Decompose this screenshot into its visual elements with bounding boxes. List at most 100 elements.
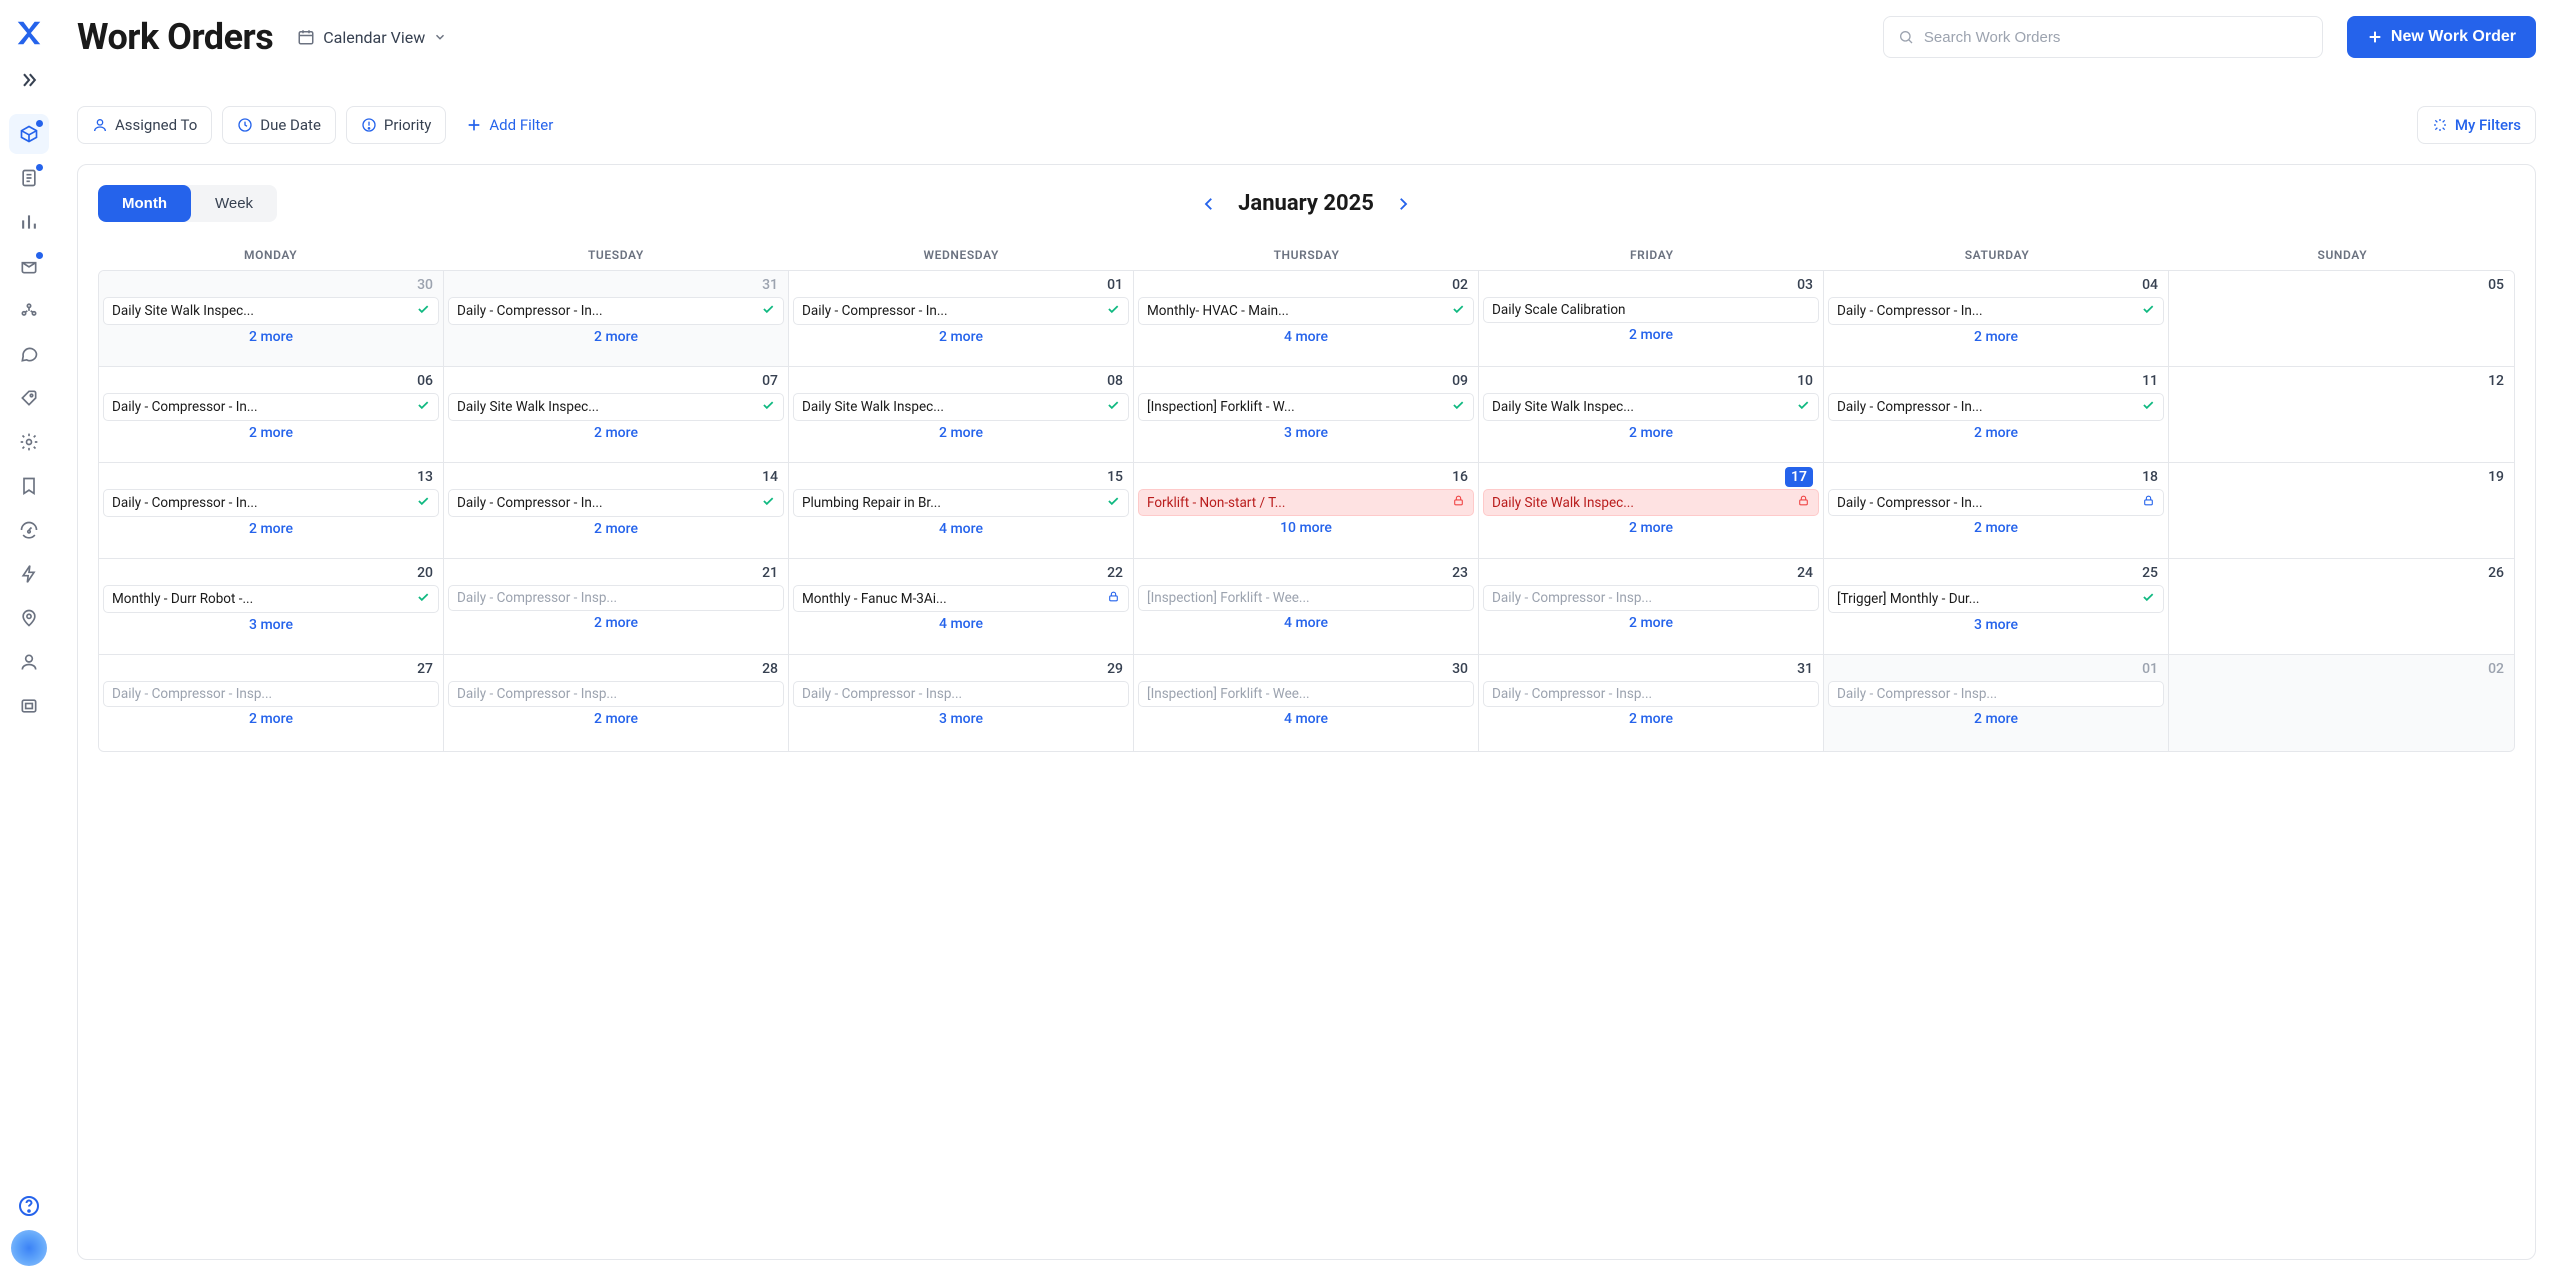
- day-cell[interactable]: 31Daily - Compressor - In...2 more: [444, 271, 789, 367]
- day-cell[interactable]: 02: [2169, 655, 2514, 751]
- day-cell[interactable]: 27Daily - Compressor - Insp...2 more: [99, 655, 444, 751]
- day-cell[interactable]: 02Monthly- HVAC - Main...4 more: [1134, 271, 1479, 367]
- day-cell[interactable]: 15Plumbing Repair in Br...4 more: [789, 463, 1134, 559]
- more-events-link[interactable]: 10 more: [1138, 518, 1474, 536]
- nav-dashboard[interactable]: [9, 510, 49, 550]
- nav-documents[interactable]: [9, 158, 49, 198]
- day-cell[interactable]: 25[Trigger] Monthly - Dur...3 more: [1824, 559, 2169, 655]
- calendar-event[interactable]: [Inspection] Forklift - Wee...: [1138, 585, 1474, 611]
- day-cell[interactable]: 07Daily Site Walk Inspec...2 more: [444, 367, 789, 463]
- calendar-event[interactable]: Daily - Compressor - Insp...: [1483, 585, 1819, 611]
- nav-work-orders[interactable]: [9, 114, 49, 154]
- calendar-event[interactable]: Daily - Compressor - Insp...: [1483, 681, 1819, 707]
- calendar-event[interactable]: Daily - Compressor - In...: [793, 297, 1129, 325]
- more-events-link[interactable]: 4 more: [1138, 613, 1474, 631]
- day-cell[interactable]: 14Daily - Compressor - In...2 more: [444, 463, 789, 559]
- more-events-link[interactable]: 3 more: [1138, 423, 1474, 441]
- filter-due-date[interactable]: Due Date: [222, 106, 336, 144]
- calendar-event[interactable]: Plumbing Repair in Br...: [793, 489, 1129, 517]
- day-cell[interactable]: 11Daily - Compressor - In...2 more: [1824, 367, 2169, 463]
- more-events-link[interactable]: 2 more: [103, 327, 439, 345]
- nav-settings[interactable]: [9, 422, 49, 462]
- day-cell[interactable]: 20Monthly - Durr Robot -...3 more: [99, 559, 444, 655]
- calendar-event[interactable]: Daily Site Walk Inspec...: [103, 297, 439, 325]
- calendar-event[interactable]: Daily - Compressor - In...: [448, 297, 784, 325]
- more-events-link[interactable]: 2 more: [1483, 325, 1819, 343]
- prev-month-button[interactable]: [1200, 195, 1218, 213]
- day-cell[interactable]: 30Daily Site Walk Inspec...2 more: [99, 271, 444, 367]
- nav-locations[interactable]: [9, 598, 49, 638]
- more-events-link[interactable]: 2 more: [1828, 518, 2164, 536]
- calendar-event[interactable]: Daily - Compressor - In...: [1828, 489, 2164, 516]
- day-cell[interactable]: 01Daily - Compressor - Insp...2 more: [1824, 655, 2169, 751]
- calendar-event[interactable]: Daily - Compressor - Insp...: [448, 585, 784, 611]
- calendar-event[interactable]: Daily Site Walk Inspec...: [1483, 393, 1819, 421]
- filter-priority[interactable]: Priority: [346, 106, 446, 144]
- more-events-link[interactable]: 3 more: [103, 615, 439, 633]
- more-events-link[interactable]: 3 more: [793, 709, 1129, 727]
- day-cell[interactable]: 13Daily - Compressor - In...2 more: [99, 463, 444, 559]
- calendar-event[interactable]: Daily Site Walk Inspec...: [448, 393, 784, 421]
- nav-automations[interactable]: [9, 554, 49, 594]
- day-cell[interactable]: 19: [2169, 463, 2514, 559]
- day-cell[interactable]: 17Daily Site Walk Inspec...2 more: [1479, 463, 1824, 559]
- calendar-event[interactable]: [Inspection] Forklift - W...: [1138, 393, 1474, 421]
- day-cell[interactable]: 05: [2169, 271, 2514, 367]
- day-cell[interactable]: 03Daily Scale Calibration2 more: [1479, 271, 1824, 367]
- calendar-event[interactable]: Monthly - Durr Robot -...: [103, 585, 439, 613]
- day-cell[interactable]: 08Daily Site Walk Inspec...2 more: [789, 367, 1134, 463]
- more-events-link[interactable]: 2 more: [1828, 327, 2164, 345]
- search-box[interactable]: [1883, 16, 2323, 58]
- expand-sidebar-button[interactable]: [13, 64, 45, 96]
- more-events-link[interactable]: 4 more: [1138, 327, 1474, 345]
- calendar-event[interactable]: Daily - Compressor - Insp...: [793, 681, 1129, 707]
- more-events-link[interactable]: 2 more: [448, 327, 784, 345]
- more-events-link[interactable]: 3 more: [1828, 615, 2164, 633]
- day-cell[interactable]: 18Daily - Compressor - In...2 more: [1824, 463, 2169, 559]
- more-events-link[interactable]: 4 more: [1138, 709, 1474, 727]
- calendar-event[interactable]: Daily Site Walk Inspec...: [793, 393, 1129, 421]
- day-cell[interactable]: 06Daily - Compressor - In...2 more: [99, 367, 444, 463]
- more-events-link[interactable]: 2 more: [448, 519, 784, 537]
- more-events-link[interactable]: 2 more: [103, 519, 439, 537]
- more-events-link[interactable]: 4 more: [793, 519, 1129, 537]
- day-cell[interactable]: 29Daily - Compressor - Insp...3 more: [789, 655, 1134, 751]
- day-cell[interactable]: 21Daily - Compressor - Insp...2 more: [444, 559, 789, 655]
- user-avatar[interactable]: [11, 1230, 47, 1266]
- add-filter-button[interactable]: Add Filter: [456, 116, 563, 134]
- calendar-event[interactable]: Forklift - Non-start / T...: [1138, 489, 1474, 516]
- nav-tags[interactable]: [9, 378, 49, 418]
- nav-people[interactable]: [9, 642, 49, 682]
- more-events-link[interactable]: 2 more: [448, 613, 784, 631]
- calendar-event[interactable]: Monthly- HVAC - Main...: [1138, 297, 1474, 325]
- day-cell[interactable]: 31Daily - Compressor - Insp...2 more: [1479, 655, 1824, 751]
- more-events-link[interactable]: 2 more: [793, 423, 1129, 441]
- calendar-event[interactable]: Daily Scale Calibration: [1483, 297, 1819, 323]
- more-events-link[interactable]: 2 more: [1828, 709, 2164, 727]
- day-cell[interactable]: 09[Inspection] Forklift - W...3 more: [1134, 367, 1479, 463]
- new-work-order-button[interactable]: New Work Order: [2347, 16, 2536, 58]
- more-events-link[interactable]: 2 more: [103, 423, 439, 441]
- day-cell[interactable]: 23[Inspection] Forklift - Wee...4 more: [1134, 559, 1479, 655]
- nav-messages[interactable]: [9, 334, 49, 374]
- month-toggle[interactable]: Month: [98, 185, 191, 222]
- help-button[interactable]: [13, 1190, 45, 1222]
- calendar-event[interactable]: Monthly - Fanuc M-3Ai...: [793, 585, 1129, 612]
- calendar-event[interactable]: Daily - Compressor - In...: [1828, 297, 2164, 325]
- calendar-event[interactable]: Daily - Compressor - Insp...: [103, 681, 439, 707]
- more-events-link[interactable]: 2 more: [1483, 518, 1819, 536]
- calendar-event[interactable]: [Trigger] Monthly - Dur...: [1828, 585, 2164, 613]
- calendar-event[interactable]: [Inspection] Forklift - Wee...: [1138, 681, 1474, 707]
- day-cell[interactable]: 28Daily - Compressor - Insp...2 more: [444, 655, 789, 751]
- calendar-event[interactable]: Daily Site Walk Inspec...: [1483, 489, 1819, 516]
- calendar-event[interactable]: Daily - Compressor - Insp...: [448, 681, 784, 707]
- day-cell[interactable]: 01Daily - Compressor - In...2 more: [789, 271, 1134, 367]
- calendar-event[interactable]: Daily - Compressor - In...: [103, 393, 439, 421]
- more-events-link[interactable]: 2 more: [103, 709, 439, 727]
- more-events-link[interactable]: 2 more: [448, 709, 784, 727]
- filter-assigned-to[interactable]: Assigned To: [77, 106, 212, 144]
- nav-assets[interactable]: [9, 686, 49, 726]
- day-cell[interactable]: 16Forklift - Non-start / T...10 more: [1134, 463, 1479, 559]
- view-selector[interactable]: Calendar View: [297, 28, 447, 47]
- week-toggle[interactable]: Week: [191, 185, 277, 222]
